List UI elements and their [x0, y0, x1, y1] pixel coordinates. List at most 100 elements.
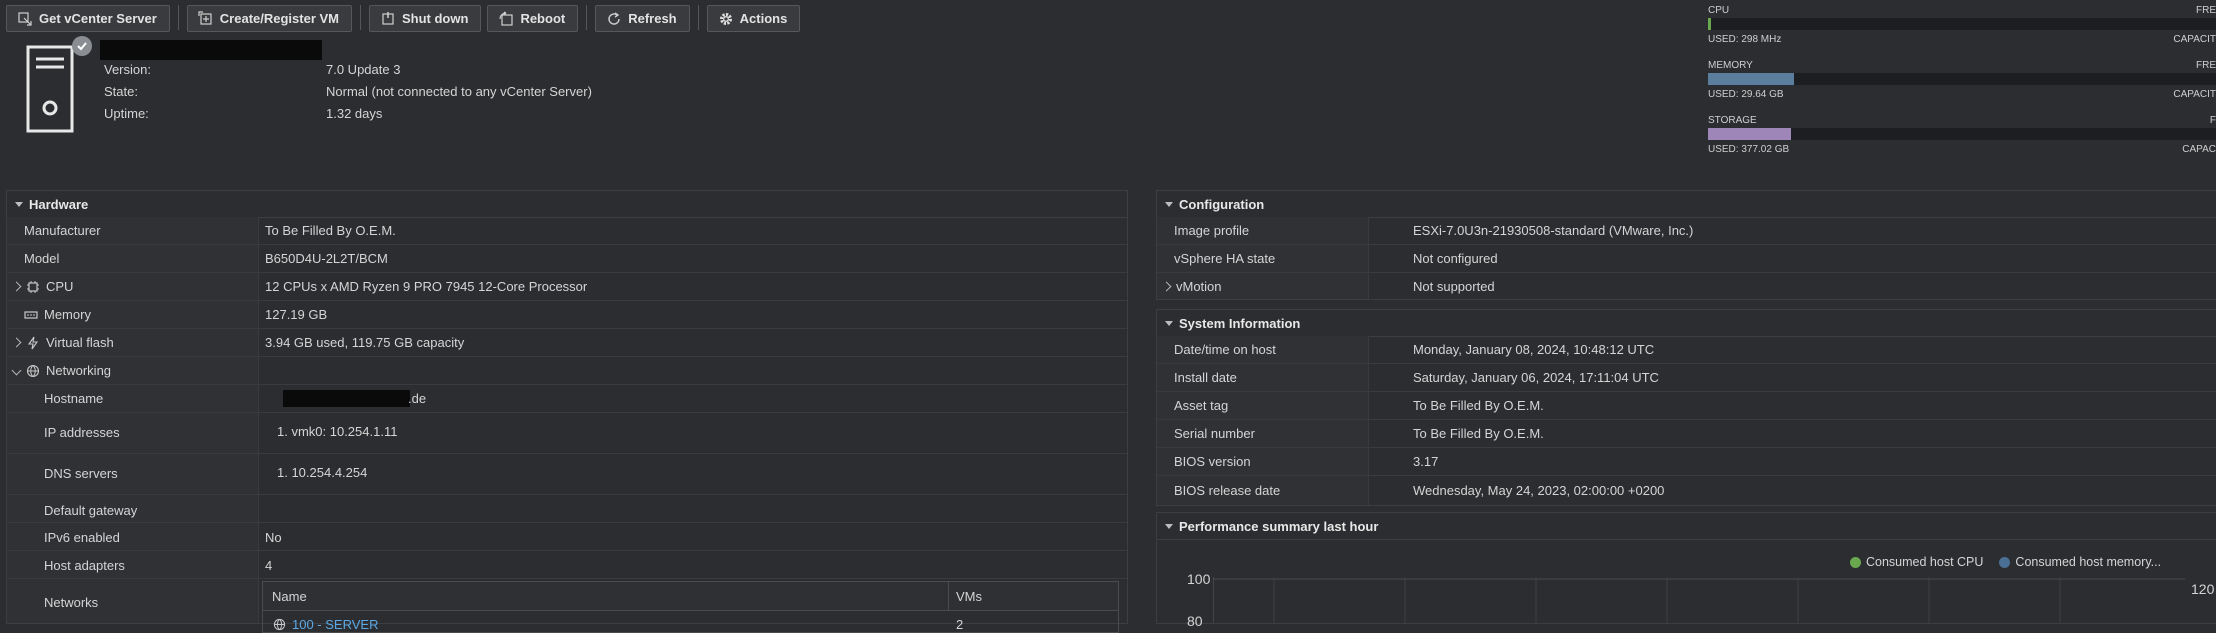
bios-date-value: Wednesday, May 24, 2023, 02:00:00 +0200 [1413, 483, 1665, 498]
refresh-button[interactable]: Refresh [595, 5, 690, 32]
configuration-panel: Configuration Image profile ESXi-7.0U3n-… [1156, 190, 2216, 300]
manufacturer-label: Manufacturer [24, 223, 101, 238]
collapse-chevron-icon[interactable] [11, 365, 22, 376]
hostname-label: Hostname [44, 391, 104, 406]
vcenter-icon [18, 11, 32, 26]
cpu-row[interactable]: CPU 12 CPUs x AMD Ryzen 9 PRO 7945 12-Co… [7, 273, 1127, 301]
image-profile-row: Image profile ESXi-7.0U3n-21930508-stand… [1157, 217, 2216, 245]
memory-free-label: FRE [2196, 60, 2216, 71]
vmotion-value: Not supported [1413, 279, 1495, 294]
memory-label: Memory [44, 307, 91, 322]
y-axis-right-tick: 120 [2191, 581, 2215, 597]
storage-resource: STORAGE F USED: 377.02 GB CAPAC [1708, 115, 2216, 159]
cpu-value: 12 CPUs x AMD Ryzen 9 PRO 7945 12-Core P… [265, 279, 588, 294]
install-date-value: Saturday, January 06, 2024, 17:11:04 UTC [1413, 370, 1659, 385]
hostname-suffix: .de [408, 391, 427, 406]
network-name-link[interactable]: 100 - SERVER [292, 617, 378, 632]
host-adapters-value: 4 [265, 558, 273, 573]
virtual-flash-value: 3.94 GB used, 119.75 GB capacity [265, 335, 465, 350]
get-vcenter-label: Get vCenter Server [39, 11, 157, 26]
table-row[interactable]: 100 - SERVER 2 [263, 611, 1118, 633]
image-profile-value: ESXi-7.0U3n-21930508-standard (VMware, I… [1413, 223, 1694, 238]
networks-col-name[interactable]: Name [272, 589, 307, 604]
system-information-header[interactable]: System Information [1157, 310, 2216, 337]
bios-version-row: BIOS version 3.17 [1157, 448, 2216, 476]
gear-icon [719, 12, 732, 25]
ip-addresses-label: IP addresses [44, 425, 120, 440]
storage-used: USED: 377.02 GB [1708, 144, 1790, 155]
ipv6-label: IPv6 enabled [44, 530, 120, 545]
actions-button[interactable]: Actions [706, 5, 801, 32]
legend-cpu[interactable]: Consumed host CPU [1866, 555, 1983, 569]
refresh-icon [608, 11, 620, 25]
storage-resource-name: STORAGE [1708, 115, 1757, 126]
expand-chevron-icon[interactable] [11, 337, 22, 348]
reboot-label: Reboot [520, 11, 566, 26]
asset-tag-row: Asset tag To Be Filled By O.E.M. [1157, 392, 2216, 420]
cpu-icon [27, 280, 39, 293]
cpu-label: CPU [46, 279, 74, 294]
get-vcenter-button[interactable]: Get vCenter Server [6, 5, 170, 32]
cpu-resource-name: CPU [1708, 5, 1730, 16]
ha-state-value: Not configured [1413, 251, 1498, 266]
cpu-capacity-label: CAPACIT [2173, 34, 2216, 45]
state-label: State: [104, 84, 138, 99]
virtual-flash-label: Virtual flash [46, 335, 114, 350]
cpu-usage-fill [1708, 18, 1712, 30]
shut-down-button[interactable]: Shut down [369, 5, 482, 32]
networking-row[interactable]: Networking [7, 357, 1127, 385]
configuration-panel-header[interactable]: Configuration [1157, 191, 2216, 218]
legend-memory[interactable]: Consumed host memory... [2015, 555, 2161, 569]
hardware-title: Hardware [29, 196, 89, 212]
memory-resource: MEMORY FRE USED: 29.64 GB CAPACIT [1708, 60, 2216, 104]
storage-capacity-label: CAPAC [2182, 144, 2216, 155]
performance-panel-header[interactable]: Performance summary last hour [1157, 513, 2216, 540]
performance-title: Performance summary last hour [1179, 518, 1379, 534]
cpu-free-label: FRE [2196, 5, 2216, 16]
default-gateway-row: Default gateway [7, 495, 1127, 523]
virtual-flash-row[interactable]: Virtual flash 3.94 GB used, 119.75 GB ca… [7, 329, 1127, 357]
configuration-title: Configuration [1179, 196, 1265, 212]
host-adapters-row: Host adapters 4 [7, 551, 1127, 579]
create-vm-icon [198, 10, 212, 25]
networks-col-vms[interactable]: VMs [956, 589, 982, 604]
ip-addresses-value: 1. vmk0: 10.254.1.11 [277, 424, 398, 439]
datetime-value: Monday, January 08, 2024, 10:48:12 UTC [1413, 342, 1655, 357]
ha-state-row: vSphere HA state Not configured [1157, 245, 2216, 273]
memory-row: Memory 127.19 GB [7, 301, 1127, 329]
reboot-button[interactable]: Reboot [487, 5, 579, 32]
hardware-panel-header[interactable]: Hardware [7, 191, 1127, 218]
networks-label: Networks [44, 595, 99, 610]
toolbar-separator [697, 5, 699, 30]
serial-number-label: Serial number [1174, 426, 1255, 441]
ha-state-label: vSphere HA state [1174, 251, 1276, 266]
install-date-row: Install date Saturday, January 06, 2024,… [1157, 364, 2216, 392]
memory-usage-fill [1708, 73, 1795, 85]
image-profile-label: Image profile [1174, 223, 1250, 238]
expand-chevron-icon[interactable] [1161, 281, 1172, 292]
status-ok-icon [72, 36, 92, 56]
storage-usage-bar [1708, 128, 2216, 140]
create-register-vm-button[interactable]: Create/Register VM [186, 5, 352, 32]
vmotion-row[interactable]: vMotion Not supported [1157, 273, 2216, 299]
expand-chevron-icon[interactable] [11, 281, 22, 292]
storage-free-label: F [2209, 115, 2216, 126]
vmotion-label: vMotion [1176, 279, 1222, 294]
collapse-caret-icon [1165, 320, 1173, 326]
redacted-hostname-value [283, 390, 410, 407]
storage-usage-fill [1708, 128, 1791, 140]
performance-chart [1213, 577, 2185, 623]
memory-icon [24, 310, 38, 319]
datetime-row: Date/time on host Monday, January 08, 20… [1157, 336, 2216, 364]
cpu-legend-dot [1850, 556, 1861, 568]
serial-number-value: To Be Filled By O.E.M. [1413, 426, 1544, 441]
bios-version-value: 3.17 [1413, 454, 1439, 469]
host-adapters-label: Host adapters [44, 558, 125, 573]
networking-label: Networking [46, 363, 112, 378]
collapse-caret-icon [1165, 523, 1173, 529]
bios-version-label: BIOS version [1174, 454, 1251, 469]
performance-panel: Performance summary last hour Consumed h… [1156, 512, 2216, 629]
shut-down-icon [382, 11, 394, 25]
bios-date-row: BIOS release date Wednesday, May 24, 202… [1157, 476, 2216, 505]
legend: Consumed host CPU Consumed host memory..… [1850, 555, 2161, 569]
